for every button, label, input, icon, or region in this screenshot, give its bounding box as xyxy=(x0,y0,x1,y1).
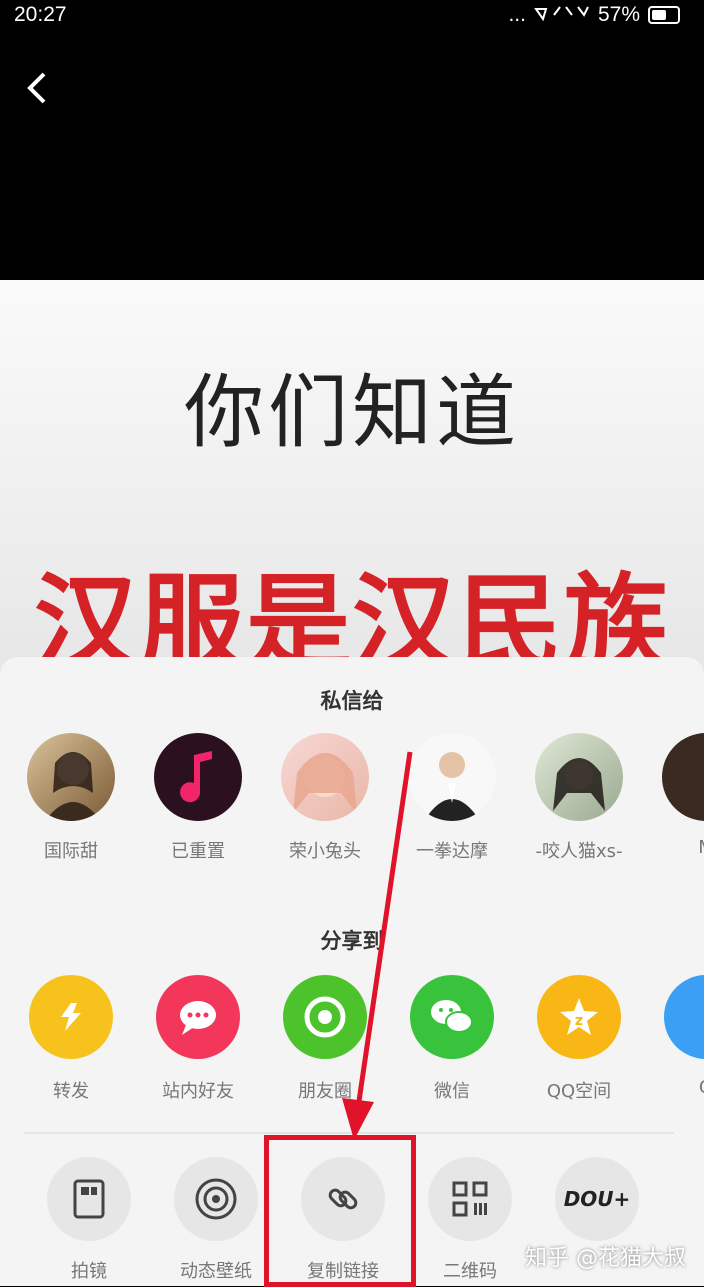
annotation-arrow-icon xyxy=(342,751,413,1140)
watermark: 知乎 @花猫大叔 xyxy=(525,1246,686,1271)
